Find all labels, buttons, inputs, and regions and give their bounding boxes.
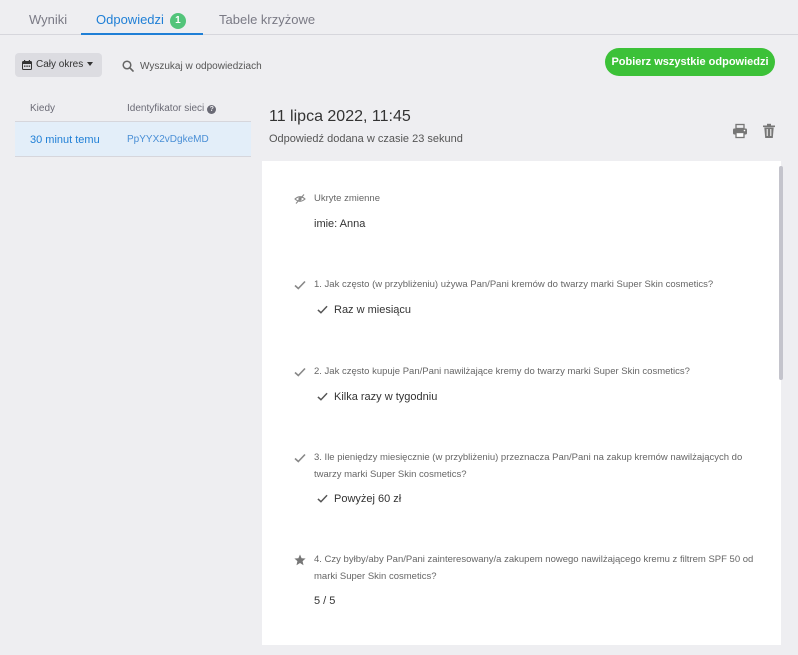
star-icon — [294, 554, 306, 566]
tab-results[interactable]: Wyniki — [29, 0, 67, 35]
tab-results-label: Wyniki — [29, 12, 68, 27]
tab-bar: Wyniki Odpowiedzi 1 Tabele krzyżowe — [0, 0, 798, 35]
help-icon[interactable]: ? — [207, 105, 217, 114]
check-icon — [294, 367, 306, 377]
calendar-icon — [22, 60, 32, 70]
download-all-button[interactable]: Pobierz wszystkie odpowiedzi — [605, 48, 775, 76]
question-1-answer: Raz w miesiącu — [334, 304, 412, 316]
column-header-when: Kiedy — [30, 103, 56, 114]
response-time: 30 minut temu — [30, 134, 100, 146]
question-2-label: 2. Jak często kupuje Pan/Pani nawilżając… — [314, 366, 690, 377]
hidden-variable-value: imie: Anna — [314, 218, 366, 230]
eye-slash-icon — [294, 194, 306, 204]
column-header-network-id-label: Identyfikator sieci — [127, 103, 205, 114]
question-4-label: 4. Czy byłby/aby Pan/Pani zainteresowany… — [314, 554, 754, 582]
tab-crosstabs-label: Tabele krzyżowe — [219, 12, 316, 27]
check-icon — [317, 494, 328, 503]
response-duration: Odpowiedź dodana w czasie 23 sekund — [269, 133, 463, 145]
check-icon — [294, 280, 306, 290]
responses-list-header: Kiedy Identyfikator sieci? — [15, 96, 251, 120]
print-icon[interactable] — [732, 123, 748, 139]
trash-icon[interactable] — [762, 123, 776, 139]
question-3-answer: Powyżej 60 zł — [334, 493, 402, 505]
check-icon — [294, 453, 306, 463]
response-row[interactable]: 30 minut temu PpYYX2vDgkeMD — [15, 121, 251, 157]
question-3-label: 3. Ile pieniędzy miesięcznie (w przybliż… — [314, 452, 743, 480]
tab-crosstabs[interactable]: Tabele krzyżowe — [219, 0, 315, 35]
answers-count-badge: 1 — [169, 13, 186, 29]
check-icon — [317, 305, 328, 314]
tab-answers-label: Odpowiedzi — [96, 12, 164, 27]
detail-scrollbar[interactable] — [779, 166, 783, 380]
search-input[interactable] — [140, 56, 340, 76]
period-dropdown[interactable]: Cały okres — [15, 53, 102, 77]
chevron-down-icon — [87, 62, 94, 66]
response-detail-card: Ukryte zmienne imie: Anna 1. Jak często … — [262, 161, 781, 645]
response-date: 11 lipca 2022, 11:45 — [269, 108, 411, 125]
question-4-answer: 5 / 5 — [314, 595, 336, 607]
search-icon — [122, 60, 134, 72]
tab-answers[interactable]: Odpowiedzi 1 — [81, 0, 203, 35]
check-icon — [317, 392, 328, 401]
hidden-variables-label: Ukryte zmienne — [314, 193, 380, 204]
period-label: Cały okres — [36, 59, 84, 70]
question-1-label: 1. Jak często (w przybliżeniu) używa Pan… — [314, 279, 714, 290]
response-network-id: PpYYX2vDgkeMD — [127, 134, 209, 145]
column-header-network-id: Identyfikator sieci? — [127, 103, 217, 114]
question-2-answer: Kilka razy w tygodniu — [334, 391, 438, 403]
